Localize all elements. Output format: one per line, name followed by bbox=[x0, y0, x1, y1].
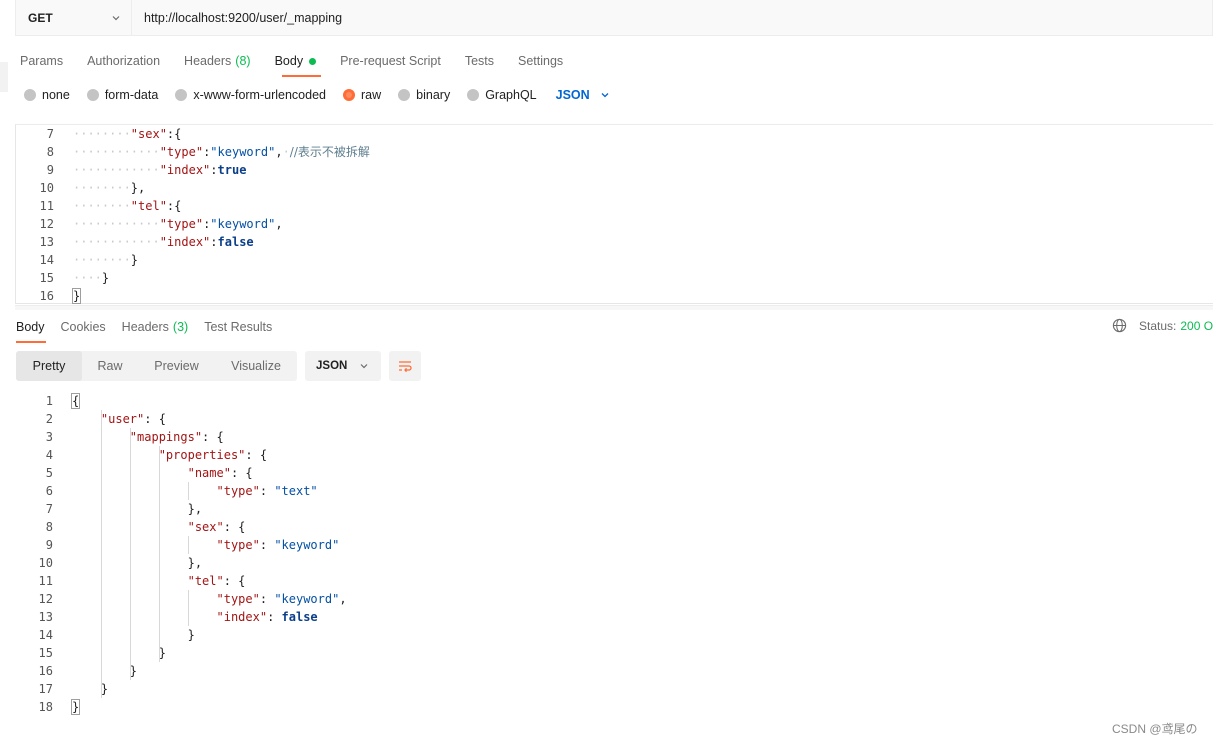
body-modified-dot bbox=[309, 57, 317, 65]
code-line: 7 }, bbox=[45, 502, 203, 516]
radio-raw[interactable]: raw bbox=[343, 88, 381, 102]
view-visualize[interactable]: Visualize bbox=[215, 351, 297, 381]
code-line: 12 ············"type":"keyword", bbox=[39, 217, 283, 231]
view-mode-segment: Pretty Raw Preview Visualize bbox=[16, 351, 297, 381]
watermark: CSDN @鸢尾の bbox=[1112, 722, 1198, 736]
view-pretty[interactable]: Pretty bbox=[16, 351, 82, 381]
response-headers-count: (3) bbox=[172, 320, 189, 334]
tab-tests[interactable]: Tests bbox=[465, 50, 494, 72]
body-type-radios: none form-data x-www-form-urlencoded raw… bbox=[24, 88, 610, 102]
tab-headers[interactable]: Headers (8) bbox=[184, 50, 251, 72]
wrap-lines-button[interactable] bbox=[389, 351, 421, 381]
code-line: 6 "type": "text" bbox=[45, 484, 318, 498]
active-tab-underline bbox=[282, 75, 321, 77]
tab-response-body[interactable]: Body bbox=[16, 316, 45, 338]
radio-form-data[interactable]: form-data bbox=[86, 88, 158, 102]
tab-authorization[interactable]: Authorization bbox=[87, 50, 160, 72]
tab-body[interactable]: Body bbox=[275, 50, 317, 72]
code-line: 15 ····} bbox=[39, 271, 110, 285]
code-line: 11 "tel": { bbox=[38, 574, 246, 588]
code-line: 9 ············"index":true bbox=[46, 163, 247, 177]
code-line: 1{ bbox=[45, 393, 81, 409]
code-line: 8 ············"type":"keyword",·//表示不被拆解 bbox=[46, 145, 370, 159]
response-status: Status: 200 O bbox=[1112, 318, 1213, 333]
tab-test-results[interactable]: Test Results bbox=[204, 316, 272, 338]
code-line: 2 "user": { bbox=[45, 412, 166, 426]
sidebar-edge bbox=[0, 62, 8, 92]
tab-response-headers[interactable]: Headers (3) bbox=[122, 316, 189, 338]
code-line: 14 } bbox=[38, 628, 195, 642]
radio-x-www-form-urlencoded[interactable]: x-www-form-urlencoded bbox=[175, 88, 326, 102]
wrap-lines-icon bbox=[399, 361, 412, 373]
code-line: 11 ········"tel":{ bbox=[39, 199, 182, 213]
code-line: 18} bbox=[38, 699, 81, 715]
response-tabs: Body Cookies Headers (3) Test Results bbox=[16, 316, 288, 343]
status-value: 200 O bbox=[1180, 318, 1213, 333]
radio-binary[interactable]: binary bbox=[398, 88, 450, 102]
radio-graphql[interactable]: GraphQL bbox=[467, 88, 537, 102]
chevron-down-icon bbox=[360, 364, 368, 369]
chevron-down-icon bbox=[112, 15, 120, 20]
code-line: 3 "mappings": { bbox=[45, 430, 224, 444]
pane-divider[interactable] bbox=[15, 305, 1213, 310]
method-label: GET bbox=[28, 10, 53, 25]
view-raw[interactable]: Raw bbox=[82, 351, 138, 381]
tab-pre-request-script[interactable]: Pre-request Script bbox=[340, 50, 441, 72]
code-line: 12 "type": "keyword", bbox=[38, 592, 347, 606]
globe-icon[interactable] bbox=[1112, 318, 1127, 333]
response-body-viewer[interactable]: 1{ 2 "user": { 3 "mappings": { 4 "proper… bbox=[15, 392, 1015, 722]
radio-none[interactable]: none bbox=[24, 88, 70, 102]
code-line: 17 } bbox=[38, 682, 109, 696]
code-line: 16} bbox=[39, 288, 82, 304]
code-line: 10 }, bbox=[38, 556, 203, 570]
code-line: 14 ········} bbox=[39, 253, 139, 267]
code-line: 9 "type": "keyword" bbox=[45, 538, 340, 552]
request-body-editor[interactable]: 7 ········"sex":{ 8 ············"type":"ke… bbox=[15, 124, 1213, 304]
chevron-down-icon bbox=[601, 93, 609, 98]
code-line: 15 } bbox=[38, 646, 166, 660]
request-bar: GET http://localhost:9200/user/_mapping bbox=[15, 0, 1213, 36]
tab-cookies[interactable]: Cookies bbox=[61, 316, 106, 338]
response-format-select[interactable]: JSON bbox=[305, 351, 381, 381]
code-line: 13 ············"index":false bbox=[39, 235, 254, 249]
status-label: Status: bbox=[1139, 318, 1177, 333]
method-select[interactable]: GET bbox=[16, 0, 132, 35]
code-line: 5 "name": { bbox=[45, 466, 253, 480]
view-preview[interactable]: Preview bbox=[138, 351, 215, 381]
request-tabs: Params Authorization Headers (8) Body Pre… bbox=[20, 50, 587, 77]
active-tab-underline bbox=[16, 341, 46, 343]
tab-settings[interactable]: Settings bbox=[518, 50, 563, 72]
code-line: 10 ········}, bbox=[39, 181, 146, 195]
code-line: 8 "sex": { bbox=[45, 520, 246, 534]
body-format-select[interactable]: JSON bbox=[556, 88, 610, 102]
code-line: 13 "index": false bbox=[38, 610, 318, 624]
code-comment: //表示不被拆解 bbox=[289, 145, 370, 159]
tab-params[interactable]: Params bbox=[20, 50, 63, 72]
code-line: 16 } bbox=[38, 664, 138, 678]
url-input[interactable]: http://localhost:9200/user/_mapping bbox=[132, 11, 342, 25]
code-line: 4 "properties": { bbox=[45, 448, 268, 462]
code-line: 7 ········"sex":{ bbox=[46, 127, 182, 141]
headers-count: (8) bbox=[235, 54, 251, 68]
